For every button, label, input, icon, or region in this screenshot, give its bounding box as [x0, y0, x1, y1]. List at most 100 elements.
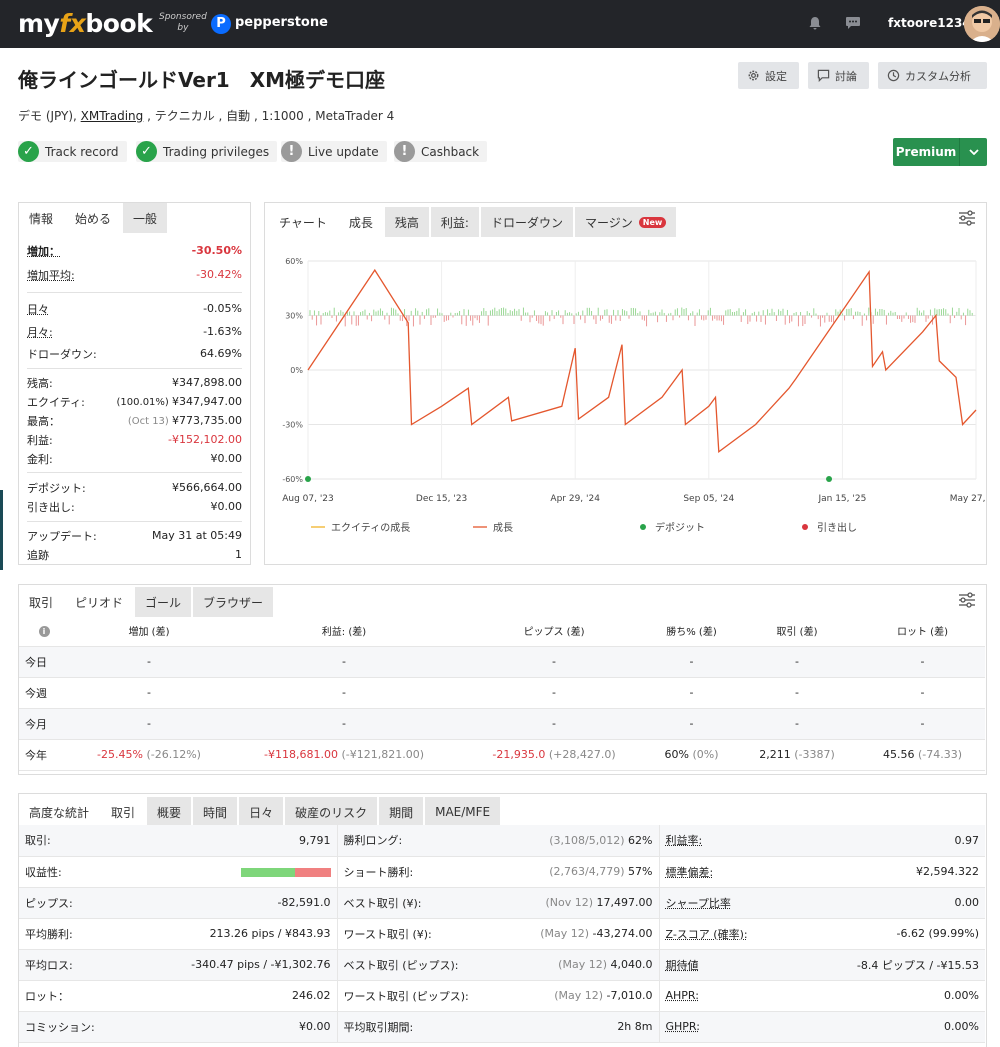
y-tick-label: -30%: [282, 421, 303, 430]
check-icon: ✓: [136, 141, 157, 162]
table-row: ロット： 246.02 ワースト取引 (ピップス): (May 12) -7,010.…: [19, 980, 985, 1012]
y-tick-label: -60%: [282, 475, 303, 484]
chart-panel: チャート 成長 残高 利益: ドローダウン マージン New 60% 30% 0% -3…: [264, 202, 987, 565]
table-row: 今年 -25.45% (-26.12%) -¥118,681.00 (-¥121…: [19, 739, 985, 771]
deposits-row: デポジット: ¥566,664.00: [27, 481, 242, 495]
broker-link[interactable]: XMTrading: [81, 109, 144, 123]
table-row: 取引: 9,791 勝利ロング: (3,108/5,012) 62% 利益率: 0.97: [19, 825, 985, 857]
withdrawals-row: 引き出し: ¥0.00: [27, 500, 242, 514]
chevron-down-icon[interactable]: [959, 138, 987, 166]
deposit-marker[interactable]: [305, 476, 311, 482]
x-tick-label: Dec 15, '23: [416, 494, 467, 504]
table-row: 平均ロス: -340.47 pips / -¥1,302.76 ベスト取引 (ピップ…: [19, 949, 985, 981]
table-row: 平均勝利: 213.26 pips / ¥843.93 ワースト取引 (¥): (Ma…: [19, 918, 985, 950]
tab-mae-mfe[interactable]: MAE/MFE: [425, 797, 501, 827]
tab-risk-of-ruin[interactable]: 破産のリスク: [285, 797, 378, 827]
drawdown-row: ドローダウン: 64.69%: [27, 347, 242, 361]
pepperstone-label[interactable]: pepperstone: [235, 15, 328, 30]
y-tick-label: 0%: [290, 366, 303, 375]
legend-growth: 成長: [493, 522, 513, 534]
x-tick-label: Jan 15, '25: [817, 494, 866, 504]
advanced-stats-panel: 高度な統計 取引 概要 時間 日々 破産のリスク 期間 MAE/MFE 取引: 9…: [18, 793, 987, 1047]
tab-summary[interactable]: 概要: [147, 797, 192, 827]
myfxbook-logo[interactable]: myfxbook: [18, 9, 153, 38]
period-table: i 増加 (差) 利益: (差) ピップス (差) 勝ち% (差) 取引 (差)…: [19, 615, 985, 771]
filter-settings-icon[interactable]: [958, 210, 976, 226]
tab-stats-trades[interactable]: 取引: [101, 797, 146, 827]
tab-daily[interactable]: 日々: [239, 797, 284, 827]
growth-chart[interactable]: 60% 30% 0% -30% -60% Aug 07, '23 Dec 15, '23 Ap…: [265, 239, 986, 563]
gear-icon: [748, 70, 759, 81]
tab-profit[interactable]: 利益:: [430, 207, 479, 237]
tracking-row: 追跡 1: [27, 548, 242, 562]
tab-period[interactable]: ピリオド: [65, 587, 134, 617]
tab-hourly[interactable]: 時間: [193, 797, 238, 827]
tab-margin[interactable]: マージン New: [574, 207, 677, 237]
info-tabs: 情報 始める 一般: [19, 203, 170, 233]
warning-icon: !: [281, 141, 302, 162]
y-tick-label: 60%: [285, 257, 303, 266]
tab-advanced-stats[interactable]: 高度な統計: [19, 797, 100, 827]
y-tick-label: 30%: [285, 312, 303, 321]
table-row: ピップス: -82,591.0 ベスト取引 (¥): (Nov 12) 17,497.…: [19, 887, 985, 919]
profit-row: 利益: -¥152,102.00: [27, 433, 242, 447]
table-row: 今月 ------: [19, 708, 985, 740]
daily-row: 日々 -0.05%: [27, 302, 242, 316]
tab-info[interactable]: 情報: [19, 203, 64, 233]
tab-goals[interactable]: ゴール: [135, 587, 192, 617]
deposit-marker[interactable]: [826, 476, 833, 482]
profitability-bar-cell: [119, 856, 338, 888]
username[interactable]: fxtoore1234: [888, 16, 971, 30]
sponsored-by: Sponsored by: [159, 12, 207, 33]
check-icon: ✓: [18, 141, 39, 162]
tab-duration[interactable]: 期間: [379, 797, 424, 827]
filter-settings-icon[interactable]: [958, 592, 976, 608]
page-title: 俺ラインゴールドVer1 XM極デモ口座: [18, 68, 386, 92]
clock-icon: [887, 69, 900, 82]
settings-button[interactable]: 設定: [738, 62, 799, 89]
premium-button[interactable]: Premium: [893, 138, 987, 166]
tab-start[interactable]: 始める: [65, 203, 122, 233]
tab-trades[interactable]: 取引: [19, 587, 64, 617]
chart-tabs: チャート 成長 残高 利益: ドローダウン マージン New: [269, 207, 679, 237]
avatar[interactable]: [964, 6, 1000, 42]
stats-tabs: 高度な統計 取引 概要 時間 日々 破産のリスク 期間 MAE/MFE: [19, 797, 503, 827]
tab-drawdown[interactable]: ドローダウン: [480, 207, 573, 237]
x-tick-label: Aug 07, '23: [282, 494, 334, 504]
tab-general[interactable]: 一般: [123, 203, 168, 233]
comment-icon: [817, 69, 830, 82]
chart-legend: エクイティの成長 成長 デポジット 引き出し: [311, 521, 857, 534]
bell-icon[interactable]: [808, 16, 822, 30]
top-bar: myfxbook Sponsored by P pepperstone fxtoo…: [0, 0, 1000, 48]
legend-withdrawal: 引き出し: [817, 521, 857, 534]
divider: [27, 521, 242, 522]
tab-growth[interactable]: 成長: [338, 207, 383, 237]
tab-browser[interactable]: ブラウザー: [193, 587, 274, 617]
new-badge: New: [638, 216, 667, 228]
profitability-bar: [240, 867, 331, 877]
period-tabs: 取引 ピリオド ゴール ブラウザー: [19, 587, 276, 617]
x-tick-label: Sep 05, '24: [683, 494, 734, 504]
badge-live-update[interactable]: ! Live update: [281, 141, 387, 162]
x-tick-label: Apr 29, '24: [550, 494, 600, 504]
divider: [27, 472, 242, 473]
badge-trading-privileges[interactable]: ✓ Trading privileges: [136, 141, 278, 162]
updated-row: アップデート: May 31 at 05:49: [27, 529, 242, 543]
side-accent: [0, 490, 3, 570]
interest-row: 金利: ¥0.00: [27, 452, 242, 466]
tab-chart[interactable]: チャート: [269, 207, 337, 237]
badge-cashback[interactable]: ! Cashback: [394, 141, 488, 162]
gain-row: 増加： -30.50%: [27, 244, 242, 258]
stats-table: 取引: 9,791 勝利ロング: (3,108/5,012) 62% 利益率: 0.97 収…: [19, 825, 985, 1043]
info-icon[interactable]: i: [38, 625, 50, 637]
table-row: 収益性: ショート勝利: (2,763/4,779) 57% 標準偏差: ¥2,594.…: [19, 856, 985, 888]
highest-row: 最高： (Oct 13) ¥773,735.00: [27, 414, 242, 428]
discussion-button[interactable]: 討論: [808, 62, 869, 89]
badge-track-record[interactable]: ✓ Track record: [18, 141, 127, 162]
custom-analysis-button[interactable]: カスタム分析: [878, 62, 987, 89]
pepperstone-icon[interactable]: P: [211, 14, 231, 34]
chat-icon[interactable]: [845, 16, 861, 30]
tab-balance[interactable]: 残高: [384, 207, 429, 237]
table-row: コミッション: ¥0.00 平均取引期間: 2h 8m GHPR: 0.00%: [19, 1011, 985, 1043]
table-header-row: i 増加 (差) 利益: (差) ピップス (差) 勝ち% (差) 取引 (差)…: [19, 615, 985, 647]
